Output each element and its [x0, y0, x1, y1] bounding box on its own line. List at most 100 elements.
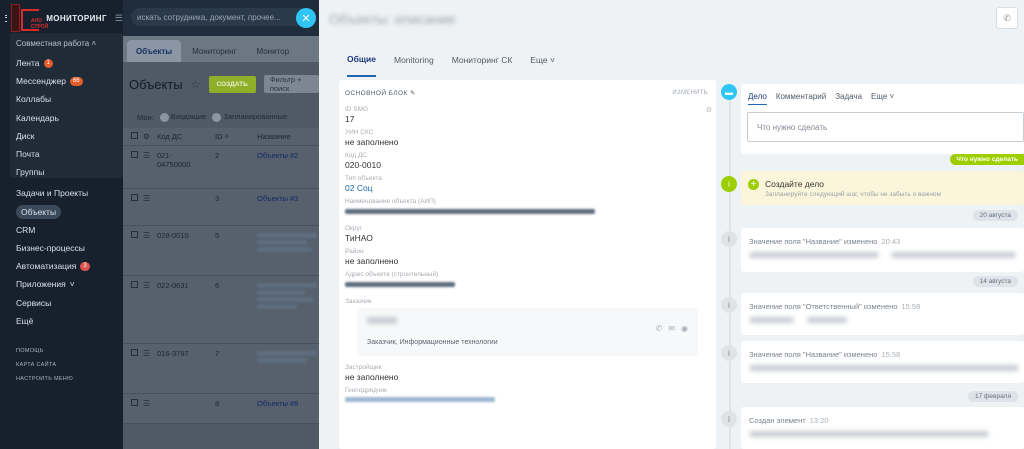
- sidebar-item-groups[interactable]: Группы: [16, 163, 123, 181]
- timeline-event[interactable]: Создан элемент 13:20: [741, 407, 1024, 449]
- field-object-type[interactable]: Тип объекта 02 Соц: [339, 175, 716, 195]
- sidebar-help-link[interactable]: ПОМОЩЬ: [16, 344, 123, 358]
- block-title[interactable]: ОСНОВНОЙ БЛОК ✎: [345, 89, 416, 97]
- row-checkbox[interactable]: [131, 399, 143, 408]
- field-customer[interactable]: Заказчик: [339, 298, 716, 305]
- gear-icon[interactable]: ⚙: [706, 106, 712, 114]
- sidebar-item-label: Задачи и Проекты: [16, 188, 89, 199]
- field-district[interactable]: Округ ТиНАО: [339, 225, 716, 245]
- company-logo[interactable]: АНО СТРОЙ: [10, 4, 48, 32]
- row-menu-icon[interactable]: ☰: [143, 231, 157, 240]
- mail-icon[interactable]: ✉: [668, 324, 675, 333]
- tab-deal[interactable]: Дело: [748, 92, 767, 105]
- create-button[interactable]: СОЗДАТЬ: [208, 75, 256, 93]
- table-row[interactable]: ☰ 021-04750000 2 Объекты #2: [123, 146, 319, 189]
- field-value-link[interactable]: 02 Соц: [345, 182, 710, 195]
- row-checkbox[interactable]: [131, 194, 143, 203]
- menu-icon[interactable]: [5, 14, 7, 22]
- tab-monitoring-en[interactable]: Monitoring: [394, 43, 434, 77]
- settings-icon[interactable]: ☰: [115, 13, 123, 24]
- field-code-ds[interactable]: Код ДС 020-0010: [339, 152, 716, 172]
- create-deal-card[interactable]: + Создайте дело Запланируйте следующий ш…: [741, 171, 1024, 205]
- skype-icon[interactable]: ◉: [681, 324, 688, 333]
- row-checkbox[interactable]: [131, 281, 143, 290]
- sidebar-group-title[interactable]: Совместная работа ˄: [16, 39, 123, 48]
- star-icon[interactable]: ☆: [191, 78, 201, 91]
- search-input[interactable]: искать сотрудника, документ, прочее...: [131, 8, 316, 26]
- column-code[interactable]: Код ДС: [157, 132, 215, 141]
- event-title-text: Значение поля "Ответственный" изменено: [749, 302, 898, 311]
- objects-list-page: Объекты Мониторинг Монитор Объекты ☆ СОЗ…: [123, 36, 319, 449]
- todo-input[interactable]: Что нужно сделать: [747, 112, 1024, 142]
- timeline-event[interactable]: Значение поля "Ответственный" изменено 15…: [741, 293, 1024, 335]
- field-area[interactable]: Район не заполнено: [339, 248, 716, 268]
- tab-general[interactable]: Общие: [347, 43, 376, 77]
- select-all-checkbox[interactable]: [131, 132, 143, 141]
- row-checkbox[interactable]: [131, 349, 143, 358]
- tab-monitor[interactable]: Монитор: [247, 40, 298, 62]
- timeline-event[interactable]: Значение поля "Название" изменено 15:58: [741, 341, 1024, 383]
- field-object-name[interactable]: Наименование объекта (АИП): [339, 198, 716, 222]
- row-menu-icon[interactable]: ☰: [143, 151, 157, 160]
- pencil-icon[interactable]: ✎: [410, 90, 416, 97]
- contact-card[interactable]: Заказчик, Информационные технологии ✆ ✉ …: [357, 308, 698, 356]
- filter-search-input[interactable]: Фильтр + поиск: [263, 75, 319, 93]
- sidebar-configure-menu-link[interactable]: НАСТРОИТЬ МЕНЮ: [16, 372, 123, 386]
- incoming-chip[interactable]: Входящие: [159, 112, 206, 122]
- row-checkbox[interactable]: [131, 231, 143, 240]
- tab-more[interactable]: Еще ˅: [530, 43, 555, 77]
- settings-icon[interactable]: ⚙: [143, 132, 157, 141]
- timeline-event[interactable]: Значение поля "Название" изменено 20:43: [741, 228, 1024, 272]
- sidebar-item-objects[interactable]: Объекты: [16, 203, 123, 221]
- tab-monitoring[interactable]: Мониторинг: [183, 40, 245, 62]
- cell-name-link[interactable]: Объекты #8: [257, 399, 319, 408]
- tab-comment[interactable]: Комментарий: [776, 92, 826, 105]
- sidebar-item-apps[interactable]: Приложения ˅: [16, 275, 123, 293]
- table-row[interactable]: ☰ 022-0631 6: [123, 276, 319, 344]
- block-edit-link[interactable]: ИЗМЕНИТЬ: [672, 90, 708, 96]
- sidebar-item-mail[interactable]: Почта: [16, 145, 123, 163]
- sidebar-item-automation[interactable]: Автоматизация 3: [16, 257, 123, 275]
- sidebar-item-disk[interactable]: Диск: [16, 127, 123, 145]
- app-name[interactable]: МОНИТОРИНГ: [46, 14, 107, 23]
- row-menu-icon[interactable]: ☰: [143, 349, 157, 358]
- phone-icon[interactable]: ✆: [656, 324, 663, 333]
- table-row[interactable]: ☰ 8 Объекты #8: [123, 394, 319, 424]
- sidebar-item-crm[interactable]: CRM: [16, 221, 123, 239]
- field-developer[interactable]: Застройщик не заполнено: [339, 364, 716, 384]
- field-general-contractor[interactable]: Генподрядчик: [339, 387, 716, 407]
- phone-button[interactable]: ✆: [996, 7, 1018, 29]
- field-id-smg[interactable]: ID SMG 17 ⚙: [339, 106, 716, 126]
- table-row[interactable]: ☰ 3 Объекты #3: [123, 189, 319, 226]
- field-uin[interactable]: УИН СКС не заполнено: [339, 129, 716, 149]
- planned-chip[interactable]: Запланированные: [212, 112, 287, 122]
- sidebar-item-services[interactable]: Сервисы: [16, 293, 123, 311]
- row-menu-icon[interactable]: ☰: [143, 194, 157, 203]
- cell-name-link[interactable]: Объекты #3: [257, 194, 319, 203]
- column-id[interactable]: ID ˄: [215, 132, 257, 141]
- sidebar-item-tasks[interactable]: Задачи и Проекты: [16, 184, 123, 202]
- row-checkbox[interactable]: [131, 151, 143, 160]
- column-name[interactable]: Название: [257, 132, 319, 141]
- sidebar-item-feed[interactable]: Лента 1: [16, 54, 123, 72]
- table-row[interactable]: ☰ 028-0010 5: [123, 226, 319, 276]
- sidebar-item-label: Автоматизация: [16, 261, 77, 272]
- plus-icon[interactable]: +: [748, 179, 759, 190]
- event-time: 15:58: [901, 302, 921, 311]
- sidebar-item-calendar[interactable]: Календарь: [16, 109, 123, 127]
- table-row[interactable]: ☰ 016-3797 7: [123, 344, 319, 394]
- tab-task[interactable]: Задача: [835, 92, 862, 105]
- close-slider-button[interactable]: ✕: [296, 8, 316, 28]
- tab-more-activity[interactable]: Еще ˅: [871, 92, 894, 105]
- sidebar-item-messenger[interactable]: Мессенджер 66: [16, 72, 123, 90]
- cell-name-link[interactable]: Объекты #2: [257, 151, 319, 160]
- tab-monitoring-sk[interactable]: Мониторинг СК: [452, 43, 513, 77]
- field-address[interactable]: Адрес объекта (строительный): [339, 271, 716, 295]
- sidebar-sitemap-link[interactable]: КАРТА САЙТА: [16, 358, 123, 372]
- row-menu-icon[interactable]: ☰: [143, 399, 157, 408]
- sidebar-item-business-processes[interactable]: Бизнес-процессы: [16, 239, 123, 257]
- sidebar-item-more[interactable]: Ещё: [16, 312, 123, 330]
- row-menu-icon[interactable]: ☰: [143, 281, 157, 290]
- tab-objects[interactable]: Объекты: [127, 40, 182, 62]
- sidebar-item-collabs[interactable]: Коллабы: [16, 90, 123, 108]
